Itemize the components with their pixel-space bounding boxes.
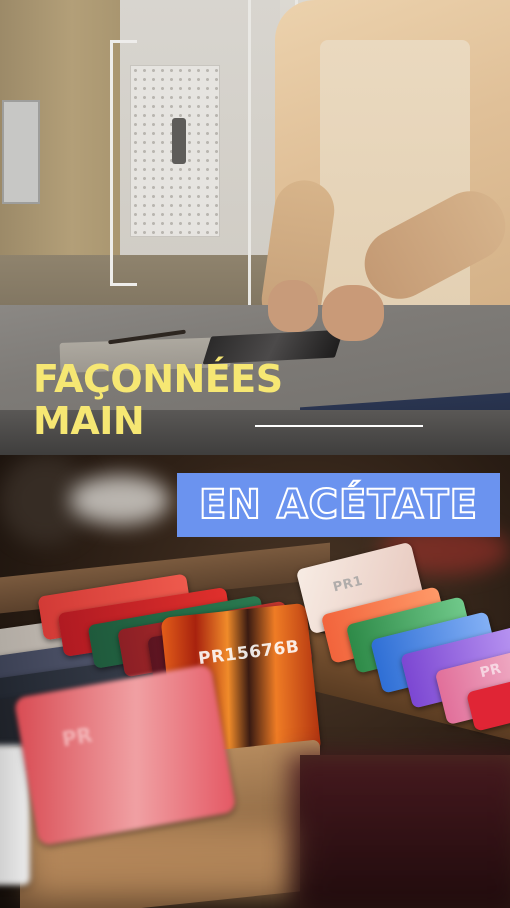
workshop-photo: FAÇONNÉES MAIN <box>0 0 510 455</box>
headline-line-2: MAIN <box>33 399 145 443</box>
hanging-tool <box>172 118 186 164</box>
banner-en-acetate: EN ACÉTATE <box>177 473 500 537</box>
bokeh-blur <box>70 475 170 525</box>
swatch-code-label: PR <box>60 722 94 752</box>
headline-line-1: FAÇONNÉES <box>33 357 283 401</box>
wall-cabinet <box>2 100 40 204</box>
story-frame: FAÇONNÉES MAIN PR15676B PR1 PR PR EN ACÉ… <box>0 0 510 908</box>
foreground-blur <box>290 755 510 908</box>
banner-text: EN ACÉTATE <box>198 481 478 529</box>
hand-left <box>268 280 318 332</box>
decorative-divider <box>255 425 423 427</box>
headline-faconnees-main: FAÇONNÉES MAIN <box>33 358 283 442</box>
hand-right <box>322 285 384 341</box>
